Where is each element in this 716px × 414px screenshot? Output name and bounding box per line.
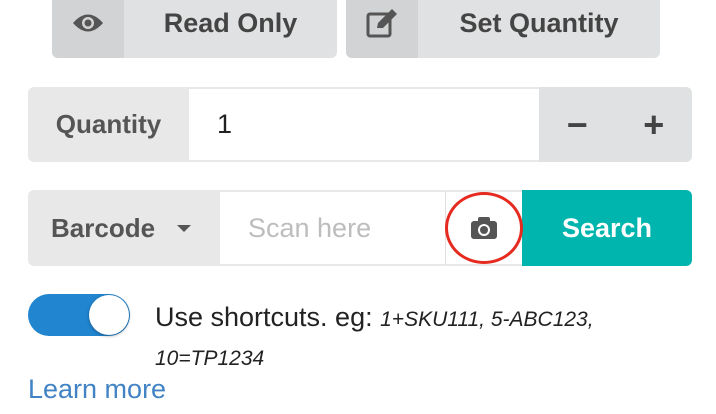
set-quantity-label: Set Quantity xyxy=(459,7,619,38)
quantity-stepper: Quantity 1 − + xyxy=(28,87,692,162)
quantity-label: Quantity xyxy=(28,87,189,162)
toggle-knob xyxy=(89,295,129,335)
read-only-label: Read Only xyxy=(163,7,298,38)
set-quantity-button[interactable]: Set Quantity xyxy=(346,0,660,58)
barcode-type-select[interactable]: Barcode xyxy=(28,190,218,266)
read-only-button[interactable]: Read Only xyxy=(52,0,337,58)
shortcuts-description: Use shortcuts. eg: 1+SKU111, 5-ABC123, 1… xyxy=(155,299,635,377)
shortcuts-label: Use shortcuts. eg: xyxy=(155,302,373,332)
learn-more-link[interactable]: Learn more xyxy=(28,374,166,405)
caret-down-icon xyxy=(177,224,192,232)
quantity-input[interactable]: 1 xyxy=(189,87,539,162)
shortcuts-examples-1: 1+SKU111, 5-ABC123, xyxy=(380,308,594,331)
barcode-scan-bar: Barcode Scan here Search xyxy=(28,190,692,266)
quantity-controls: − + xyxy=(539,87,692,162)
eye-icon xyxy=(52,0,124,58)
camera-highlight-circle xyxy=(445,192,523,264)
edit-icon xyxy=(346,0,418,58)
barcode-input[interactable]: Scan here xyxy=(218,190,446,266)
shortcuts-examples-2: 10=TP1234 xyxy=(155,347,265,370)
search-button[interactable]: Search xyxy=(522,190,692,266)
decrement-button[interactable]: − xyxy=(567,106,588,143)
shortcuts-toggle[interactable] xyxy=(28,294,130,336)
barcode-type-label: Barcode xyxy=(51,212,156,243)
increment-button[interactable]: + xyxy=(643,106,664,143)
